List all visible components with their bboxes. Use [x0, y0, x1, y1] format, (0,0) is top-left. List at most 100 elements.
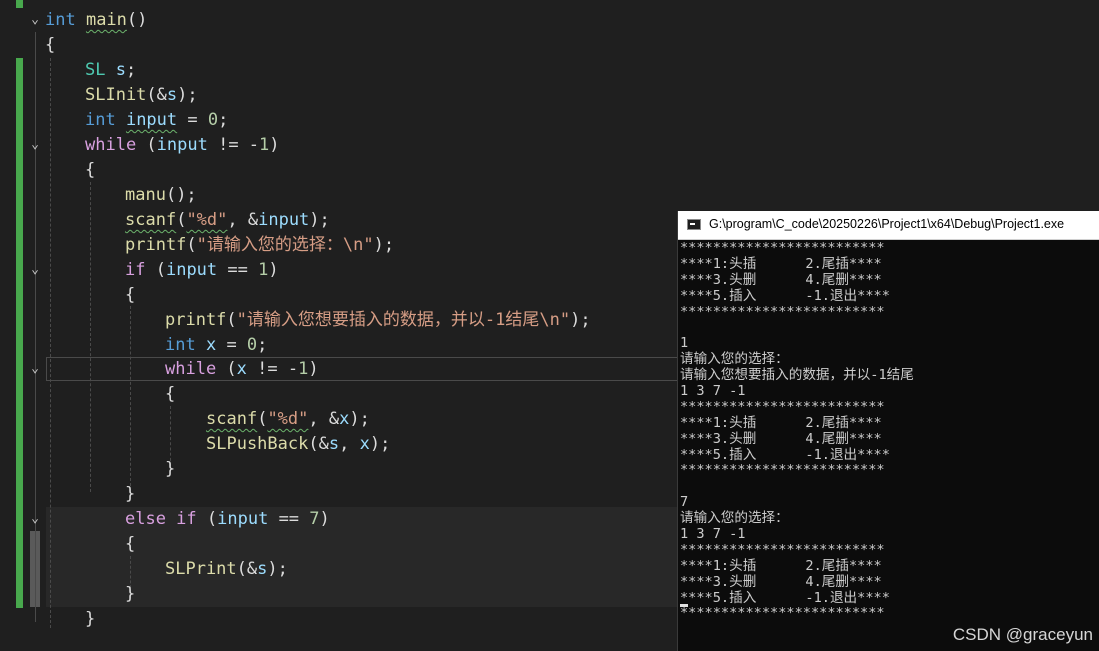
console-app-icon — [687, 219, 701, 230]
function-token: SLInit — [85, 85, 147, 105]
keyword-token: int — [85, 110, 126, 130]
code-line[interactable]: while (input != -1) — [85, 133, 280, 157]
code-line[interactable]: SLPrint(&s); — [165, 557, 288, 581]
console-line: 7 — [680, 494, 689, 511]
punct-token: ( — [186, 235, 197, 255]
punct-token: () — [126, 10, 148, 30]
brace-token: { — [165, 384, 176, 404]
code-line[interactable]: SLPushBack(&s, x); — [206, 432, 390, 456]
brace-token: } — [125, 584, 136, 604]
punct-token: ( — [257, 409, 268, 429]
variable-token: x — [339, 409, 350, 429]
fold-chevron-icon[interactable]: ⌄ — [27, 137, 43, 153]
punct-token: ); — [177, 85, 198, 105]
code-line[interactable]: { — [165, 382, 175, 406]
console-line: ****1:头插 2.尾插**** — [680, 255, 882, 272]
code-line[interactable]: scanf("%d", &input); — [125, 208, 330, 232]
keyword-token: else if — [125, 509, 197, 529]
number-token: 0 — [207, 110, 219, 130]
number-token: 1 — [298, 359, 309, 379]
brace-token: } — [165, 459, 176, 479]
console-window[interactable]: G:\program\C_code\20250226\Project1\x64\… — [677, 211, 1099, 651]
code-line[interactable]: { — [45, 33, 55, 57]
brace-token: { — [85, 160, 96, 180]
punct-token: ) — [268, 260, 279, 280]
fold-chevron-icon[interactable]: ⌄ — [27, 361, 43, 377]
code-line[interactable]: while (x != -1) — [165, 357, 319, 381]
code-line[interactable]: { — [85, 158, 95, 182]
console-line: ************************* — [680, 240, 885, 256]
punct-token: , & — [227, 210, 259, 230]
console-line: ************************* — [680, 303, 885, 320]
number-token: 1 — [259, 135, 270, 155]
brace-token: { — [125, 534, 136, 554]
fold-chevron-icon[interactable]: ⌄ — [27, 511, 43, 527]
fold-chevron-icon[interactable]: ⌄ — [27, 262, 43, 278]
code-line[interactable]: int x = 0; — [165, 333, 267, 357]
variable-token: input — [125, 110, 178, 130]
string-token: "请输入您想要插入的数据，并以-1结尾\n" — [236, 310, 571, 330]
punct-token: = — [177, 110, 208, 130]
console-line: 请输入您想要插入的数据，并以-1结尾 — [680, 367, 914, 384]
code-line[interactable]: { — [125, 532, 135, 556]
punct-token: ; — [125, 60, 137, 80]
indent-guide — [50, 58, 51, 628]
code-line[interactable]: manu(); — [125, 183, 197, 207]
code-line[interactable]: { — [125, 283, 135, 307]
console-line: ****5.插入 -1.退出**** — [680, 589, 890, 606]
console-line: 1 — [680, 335, 689, 352]
punct-token: ); — [373, 235, 395, 255]
number-token: 7 — [309, 509, 320, 529]
punct-token: , & — [308, 409, 340, 429]
code-line[interactable]: SLInit(&s); — [85, 83, 198, 107]
code-line[interactable]: printf("请输入您的选择：\n"); — [125, 233, 394, 257]
keyword-token: int — [45, 10, 86, 30]
variable-token: x — [359, 434, 370, 454]
variable-token: s — [115, 60, 126, 80]
console-line: ************************* — [680, 462, 885, 479]
function-token: printf — [125, 235, 187, 255]
console-line: ************************* — [680, 541, 885, 558]
console-line: 1 3 7 -1 — [680, 526, 746, 543]
variable-token: s — [257, 559, 268, 579]
punct-token: ( — [176, 210, 187, 230]
code-line[interactable]: else if (input == 7) — [125, 507, 330, 531]
code-line[interactable]: } — [125, 582, 135, 606]
code-line[interactable]: int input = 0; — [85, 108, 228, 132]
code-line[interactable]: int main() — [45, 8, 147, 32]
string-token: "请输入您的选择：\n" — [196, 235, 374, 255]
console-titlebar[interactable]: G:\program\C_code\20250226\Project1\x64\… — [678, 211, 1099, 240]
keyword-token: if — [125, 260, 146, 280]
punct-token: ) — [308, 359, 319, 379]
punct-token: != - — [207, 135, 260, 155]
console-output[interactable]: ************************* ****1:头插 2.尾插*… — [680, 240, 1098, 622]
brace-token: } — [125, 484, 136, 504]
watermark: CSDN @graceyun — [952, 625, 1093, 644]
code-line[interactable]: if (input == 1) — [125, 258, 279, 282]
punct-token: ( — [216, 359, 237, 379]
code-line[interactable]: SL s; — [85, 58, 136, 82]
console-line: ************************* — [680, 398, 885, 415]
keyword-token: while — [165, 359, 217, 379]
punct-token: ( — [196, 509, 218, 529]
punct-token: ( — [145, 260, 166, 280]
variable-token: input — [165, 260, 218, 280]
function-token: printf — [165, 310, 227, 330]
fold-chevron-icon[interactable]: ⌄ — [27, 12, 43, 28]
console-title: G:\program\C_code\20250226\Project1\x64\… — [709, 217, 1065, 231]
punct-token: (& — [146, 85, 167, 105]
code-line[interactable]: } — [85, 607, 95, 631]
punct-token: ); — [309, 210, 330, 230]
console-line: ************************* — [680, 605, 885, 622]
variable-token: s — [328, 434, 340, 454]
code-line[interactable]: scanf("%d", &x); — [206, 407, 370, 431]
code-line[interactable]: printf("请输入您想要插入的数据，并以-1结尾\n"); — [165, 308, 591, 332]
punct-token: ( — [226, 310, 237, 330]
keyword-token: while — [85, 135, 137, 155]
punct-token: (& — [236, 559, 258, 579]
code-line[interactable]: } — [165, 457, 175, 481]
code-line[interactable]: } — [125, 482, 135, 506]
console-line: ****3.头删 4.尾删**** — [680, 573, 882, 590]
string-token: "%d" — [267, 409, 309, 429]
